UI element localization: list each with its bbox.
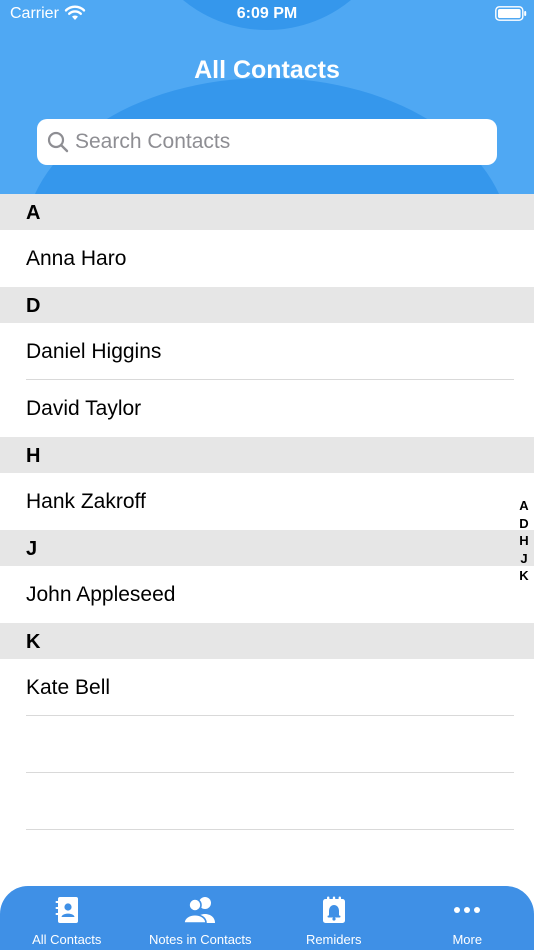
more-dots-icon [454,907,481,913]
index-letter-j[interactable]: J [514,550,534,568]
section-header-j: J [0,530,534,566]
contact-list: A Anna Haro D Daniel Higgins David Taylo… [0,194,534,830]
contact-row[interactable]: Hank Zakroff [0,473,534,530]
address-book-icon [55,897,78,923]
search-bar[interactable] [37,119,497,165]
search-input[interactable] [75,125,485,159]
status-time: 6:09 PM [236,5,298,22]
index-letter-h[interactable]: H [514,532,534,550]
tab-label: More [452,932,483,947]
tab-label: Notes in Contacts [148,932,252,947]
tab-label: All Contacts [32,932,102,947]
section-index[interactable]: A D H J K [514,497,534,585]
page-title: All Contacts [194,56,340,84]
tab-notes-in-contacts[interactable]: Notes in Contacts [134,886,268,950]
tab-more[interactable]: More [401,886,534,950]
status-bar: Carrier 6:09 PM [0,0,534,28]
section-header-k: K [0,623,534,659]
index-letter-d[interactable]: D [514,515,534,533]
index-letter-k[interactable]: K [514,567,534,585]
section-header-h: H [0,437,534,473]
header: Carrier 6:09 PM All Contacts [0,0,534,194]
contact-row[interactable]: Anna Haro [0,230,534,287]
empty-row [0,716,534,773]
contact-row[interactable]: Kate Bell [0,659,534,716]
empty-row [0,773,534,830]
tab-reminders[interactable]: Remiders [267,886,401,950]
contact-row[interactable]: David Taylor [0,380,534,437]
tab-label: Remiders [305,932,362,947]
reminder-bell-icon [322,896,345,923]
tab-all-contacts[interactable]: All Contacts [0,886,134,950]
tab-bar: All Contacts Notes in Contacts Remiders … [0,886,534,950]
index-letter-a[interactable]: A [514,497,534,515]
search-icon [47,131,69,153]
contact-row[interactable]: John Appleseed [0,566,534,623]
people-icon [183,897,216,924]
section-header-d: D [0,287,534,323]
contact-row[interactable]: Daniel Higgins [0,323,534,380]
battery-icon [495,6,527,21]
section-header-a: A [0,194,534,230]
